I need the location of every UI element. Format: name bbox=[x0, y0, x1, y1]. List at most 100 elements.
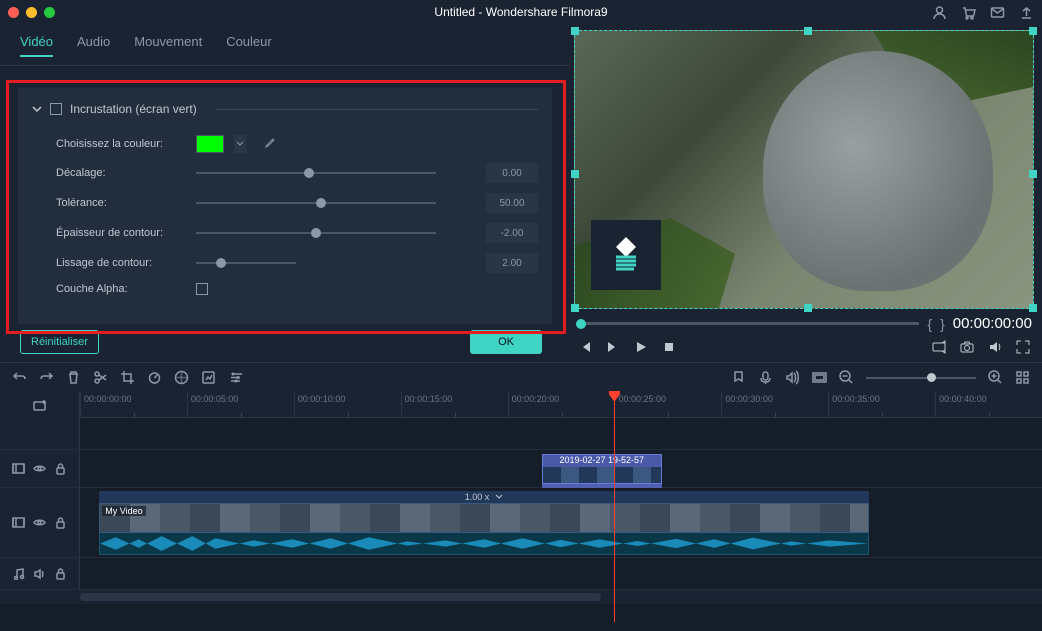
color-dropdown[interactable] bbox=[234, 135, 246, 153]
playhead[interactable] bbox=[614, 392, 615, 622]
chevron-down-icon[interactable] bbox=[495, 494, 503, 500]
ruler-tick: 00:00:10:00 bbox=[294, 392, 401, 417]
export-icon[interactable] bbox=[1019, 5, 1034, 20]
transform-handle[interactable] bbox=[1029, 27, 1037, 35]
eye-icon[interactable] bbox=[33, 462, 46, 475]
preview-viewport[interactable] bbox=[574, 30, 1034, 309]
add-track-button[interactable] bbox=[0, 392, 80, 418]
mark-in-icon[interactable]: { bbox=[927, 316, 932, 332]
delete-icon[interactable] bbox=[66, 370, 81, 385]
tolerance-label: Tolérance: bbox=[56, 197, 186, 209]
track-head-overlay[interactable] bbox=[0, 450, 80, 487]
timeline-toolbar bbox=[0, 362, 1042, 392]
offset-slider[interactable] bbox=[196, 172, 436, 174]
undo-icon[interactable] bbox=[12, 370, 27, 385]
transform-handle[interactable] bbox=[571, 170, 579, 178]
speed-icon[interactable] bbox=[147, 370, 162, 385]
preview-content bbox=[763, 51, 993, 291]
video-clip[interactable]: 1.00 x My Video bbox=[99, 491, 869, 555]
quality-icon[interactable] bbox=[932, 340, 946, 354]
transform-handle[interactable] bbox=[804, 304, 812, 312]
volume-icon[interactable] bbox=[988, 340, 1002, 354]
alpha-checkbox[interactable] bbox=[196, 283, 208, 295]
mail-icon[interactable] bbox=[990, 5, 1005, 20]
chevron-down-icon[interactable] bbox=[32, 104, 42, 114]
scrub-slider[interactable] bbox=[576, 322, 919, 325]
window-zoom-dot[interactable] bbox=[44, 7, 55, 18]
eyedropper-icon[interactable] bbox=[262, 137, 276, 151]
account-icon[interactable] bbox=[932, 5, 947, 20]
eye-icon[interactable] bbox=[33, 516, 46, 529]
lock-icon[interactable] bbox=[54, 567, 67, 580]
prev-frame-icon[interactable] bbox=[578, 340, 592, 354]
zoom-slider[interactable] bbox=[866, 377, 976, 379]
clip-name: My Video bbox=[102, 506, 145, 516]
clip-audio-wave[interactable] bbox=[99, 533, 869, 555]
tolerance-value[interactable]: 50.00 bbox=[486, 193, 538, 213]
filmstrip-icon bbox=[12, 516, 25, 529]
play-icon[interactable] bbox=[634, 340, 648, 354]
marker-icon[interactable] bbox=[731, 370, 746, 385]
track-head-audio[interactable] bbox=[0, 558, 80, 589]
stop-icon[interactable] bbox=[662, 340, 676, 354]
ruler-tick: 00:00:20:00 bbox=[508, 392, 615, 417]
tolerance-slider[interactable] bbox=[196, 202, 436, 204]
ruler-tick: 00:00:05:00 bbox=[187, 392, 294, 417]
tab-motion[interactable]: Mouvement bbox=[134, 34, 202, 57]
color-icon[interactable] bbox=[174, 370, 189, 385]
redo-icon[interactable] bbox=[39, 370, 54, 385]
zoom-in-icon[interactable] bbox=[988, 370, 1003, 385]
window-minimize-dot[interactable] bbox=[26, 7, 37, 18]
edge-feather-value[interactable]: 2.00 bbox=[486, 253, 538, 273]
chroma-key-panel: Incrustation (écran vert) Choisissez la … bbox=[18, 88, 552, 324]
transform-handle[interactable] bbox=[571, 304, 579, 312]
snapshot-icon[interactable] bbox=[960, 340, 974, 354]
timeline-ruler[interactable]: 00:00:00:00 00:00:05:00 00:00:10:00 00:0… bbox=[80, 392, 1042, 418]
next-frame-icon[interactable] bbox=[606, 340, 620, 354]
mark-out-icon[interactable]: } bbox=[940, 316, 945, 332]
zoom-fit-icon[interactable] bbox=[1015, 370, 1030, 385]
ruler-tick: 00:00:40:00 bbox=[935, 392, 1042, 417]
chroma-enable-checkbox[interactable] bbox=[50, 103, 62, 115]
mixer-icon[interactable] bbox=[785, 370, 800, 385]
fullscreen-icon[interactable] bbox=[1016, 340, 1030, 354]
split-icon[interactable] bbox=[93, 370, 108, 385]
reset-button[interactable]: Réinitialiser bbox=[20, 330, 99, 354]
transform-handle[interactable] bbox=[1029, 304, 1037, 312]
edge-thickness-label: Épaisseur de contour: bbox=[56, 227, 186, 239]
speaker-icon[interactable] bbox=[33, 567, 46, 580]
lock-icon[interactable] bbox=[54, 516, 67, 529]
offset-value[interactable]: 0.00 bbox=[486, 163, 538, 183]
timeline-scrollbar[interactable] bbox=[0, 590, 1042, 604]
edge-thickness-slider[interactable] bbox=[196, 232, 436, 234]
tab-audio[interactable]: Audio bbox=[77, 34, 110, 57]
crop-icon[interactable] bbox=[120, 370, 135, 385]
cart-icon[interactable] bbox=[961, 5, 976, 20]
overlay-clip[interactable]: 2019-02-27 19-52-57 bbox=[542, 454, 662, 484]
choose-color-label: Choisissez la couleur: bbox=[56, 138, 186, 150]
window-close-dot[interactable] bbox=[8, 7, 19, 18]
filmora-logo-overlay bbox=[591, 220, 661, 290]
record-icon[interactable] bbox=[758, 370, 773, 385]
transform-handle[interactable] bbox=[1029, 170, 1037, 178]
tab-video[interactable]: Vidéo bbox=[20, 34, 53, 57]
ok-button[interactable]: OK bbox=[470, 330, 542, 354]
track-head-video[interactable] bbox=[0, 488, 80, 557]
ruler-tick: 00:00:35:00 bbox=[828, 392, 935, 417]
window-title: Untitled - Wondershare Filmora9 bbox=[434, 5, 607, 19]
lock-icon[interactable] bbox=[54, 462, 67, 475]
zoom-out-icon[interactable] bbox=[839, 370, 854, 385]
ruler-tick: 00:00:30:00 bbox=[721, 392, 828, 417]
tab-color[interactable]: Couleur bbox=[226, 34, 272, 57]
transform-handle[interactable] bbox=[804, 27, 812, 35]
green-screen-icon[interactable] bbox=[201, 370, 216, 385]
edge-thickness-value[interactable]: -2.00 bbox=[486, 223, 538, 243]
safe-zone-icon[interactable] bbox=[812, 370, 827, 385]
titlebar: Untitled - Wondershare Filmora9 bbox=[0, 0, 1042, 24]
ruler-tick: 00:00:00:00 bbox=[80, 392, 187, 417]
edge-feather-label: Lissage de contour: bbox=[56, 257, 186, 269]
adjust-icon[interactable] bbox=[228, 370, 243, 385]
edge-feather-slider[interactable] bbox=[196, 262, 296, 264]
transform-handle[interactable] bbox=[571, 27, 579, 35]
color-swatch[interactable] bbox=[196, 135, 224, 153]
